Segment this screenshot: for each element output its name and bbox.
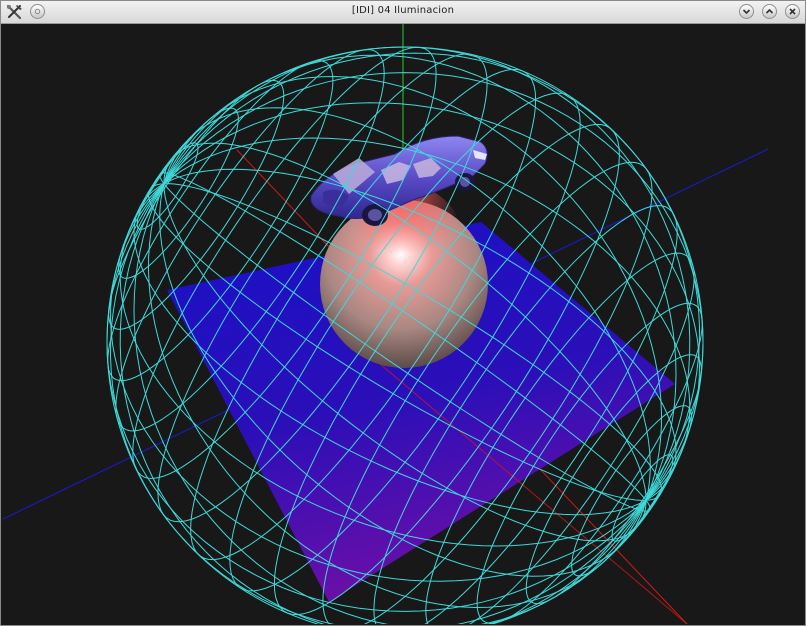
- title-bar[interactable]: [IDI] 04 Iluminacion: [1, 1, 805, 24]
- maximize-button[interactable]: [762, 4, 777, 19]
- window-title: [IDI] 04 Iluminacion: [351, 5, 455, 16]
- close-icon: [789, 8, 796, 15]
- chevron-up-icon: [765, 8, 774, 14]
- opengl-viewport[interactable]: [3, 24, 803, 624]
- application-window: [IDI] 04 Iluminacion: [0, 0, 806, 626]
- rendered-scene: [3, 24, 803, 624]
- close-button[interactable]: [785, 4, 800, 19]
- minimize-button[interactable]: [739, 4, 754, 19]
- chevron-down-icon: [742, 9, 751, 15]
